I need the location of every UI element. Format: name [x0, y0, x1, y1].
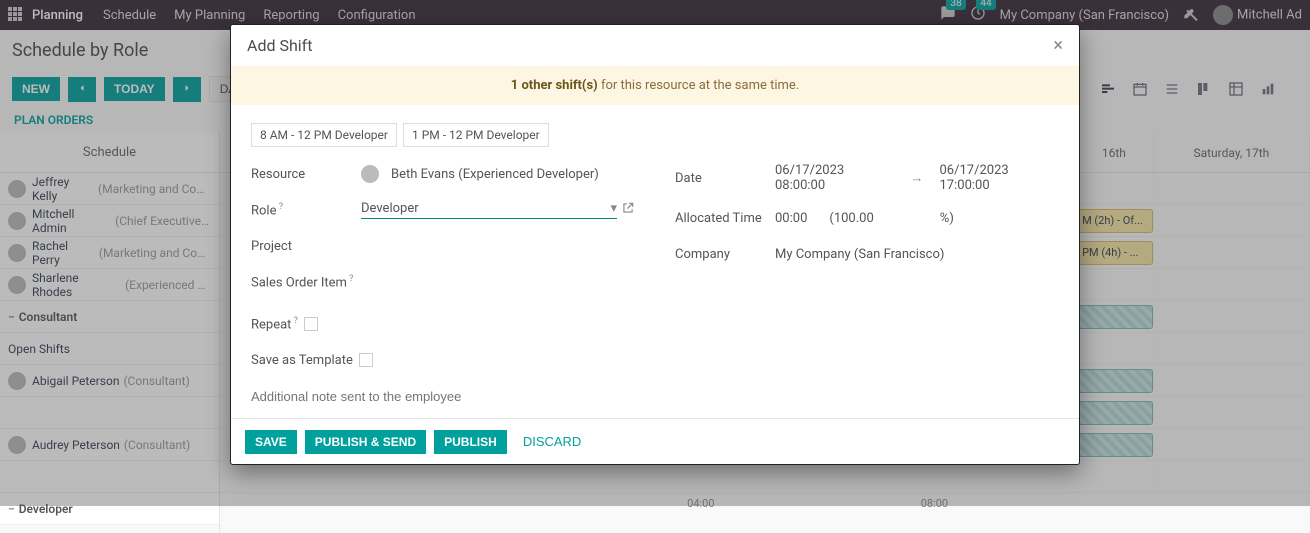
- warning-banner: 1 other shift(s) for this resource at th…: [231, 66, 1079, 105]
- save-template-label: Save as Template: [251, 353, 353, 368]
- role-select[interactable]: Developer ▾: [361, 201, 617, 219]
- date-to-field[interactable]: 06/17/2023 17:00:00: [940, 163, 1060, 193]
- publish-button[interactable]: PUBLISH: [434, 430, 507, 454]
- close-icon[interactable]: ×: [1053, 35, 1063, 56]
- publish-send-button[interactable]: PUBLISH & SEND: [305, 430, 426, 454]
- warning-text: for this resource at the same time.: [598, 78, 800, 93]
- repeat-label: Repeat ?: [251, 316, 298, 332]
- modal-title: Add Shift: [247, 36, 312, 55]
- project-label: Project: [251, 239, 361, 254]
- modal-overlay: Add Shift × 1 other shift(s) for this re…: [0, 0, 1310, 506]
- company-value: My Company (San Francisco): [775, 247, 1059, 262]
- date-label: Date: [675, 171, 775, 186]
- chevron-down-icon[interactable]: ▾: [610, 201, 617, 216]
- alloc-pct-unit: %): [940, 211, 954, 226]
- discard-button[interactable]: DISCARD: [515, 429, 590, 454]
- external-link-icon[interactable]: [621, 201, 635, 219]
- role-value: Developer: [361, 201, 419, 216]
- template-chip[interactable]: 1 PM - 12 PM Developer: [403, 123, 549, 147]
- avatar-icon: [361, 165, 379, 183]
- alloc-pct-open[interactable]: (100.00: [829, 211, 873, 226]
- role-label: Role ?: [251, 202, 361, 218]
- date-from-field[interactable]: 06/17/2023 08:00:00: [775, 163, 895, 193]
- allocated-label: Allocated Time: [675, 211, 775, 226]
- resource-value[interactable]: Beth Evans (Experienced Developer): [391, 167, 599, 182]
- resource-label: Resource: [251, 167, 361, 182]
- save-button[interactable]: SAVE: [245, 430, 297, 454]
- save-template-checkbox[interactable]: [359, 353, 373, 367]
- alloc-time-value[interactable]: 00:00: [775, 211, 807, 226]
- repeat-checkbox[interactable]: [304, 317, 318, 331]
- sales-order-label: Sales Order Item ?: [251, 274, 391, 290]
- template-chip[interactable]: 8 AM - 12 PM Developer: [251, 123, 397, 147]
- arrow-right-icon: →: [911, 170, 924, 186]
- note-input[interactable]: [251, 385, 635, 408]
- company-label: Company: [675, 247, 775, 262]
- warning-count: 1 other shift(s): [511, 78, 598, 93]
- add-shift-modal: Add Shift × 1 other shift(s) for this re…: [230, 24, 1080, 465]
